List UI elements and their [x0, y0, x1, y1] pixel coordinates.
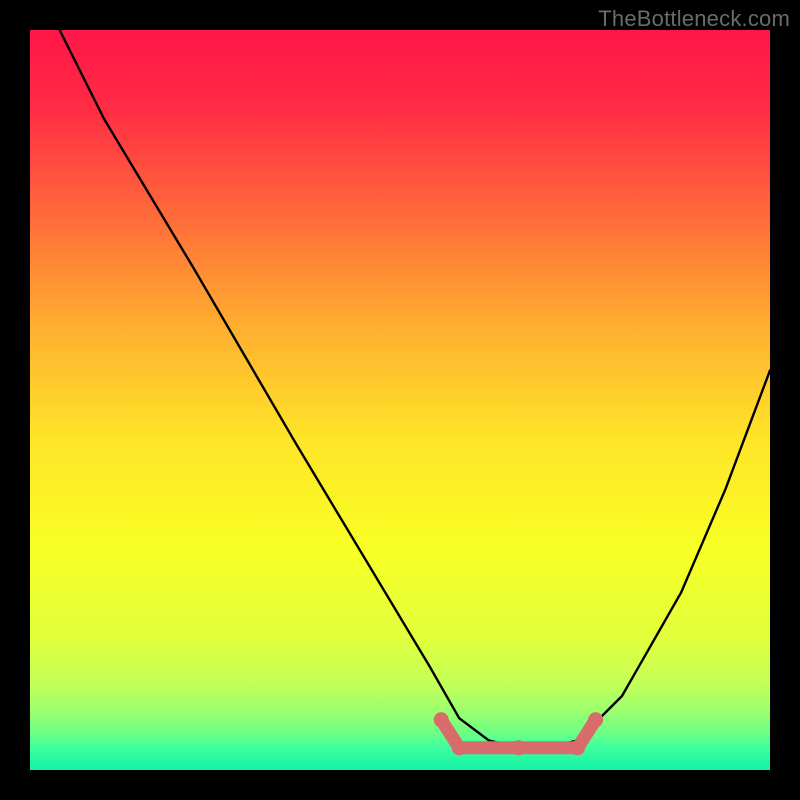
watermark-text: TheBottleneck.com — [598, 6, 790, 32]
bottleneck-chart — [30, 30, 770, 770]
chart-stage: TheBottleneck.com — [0, 0, 800, 800]
plot-area — [30, 30, 770, 770]
gradient-background — [30, 30, 770, 770]
